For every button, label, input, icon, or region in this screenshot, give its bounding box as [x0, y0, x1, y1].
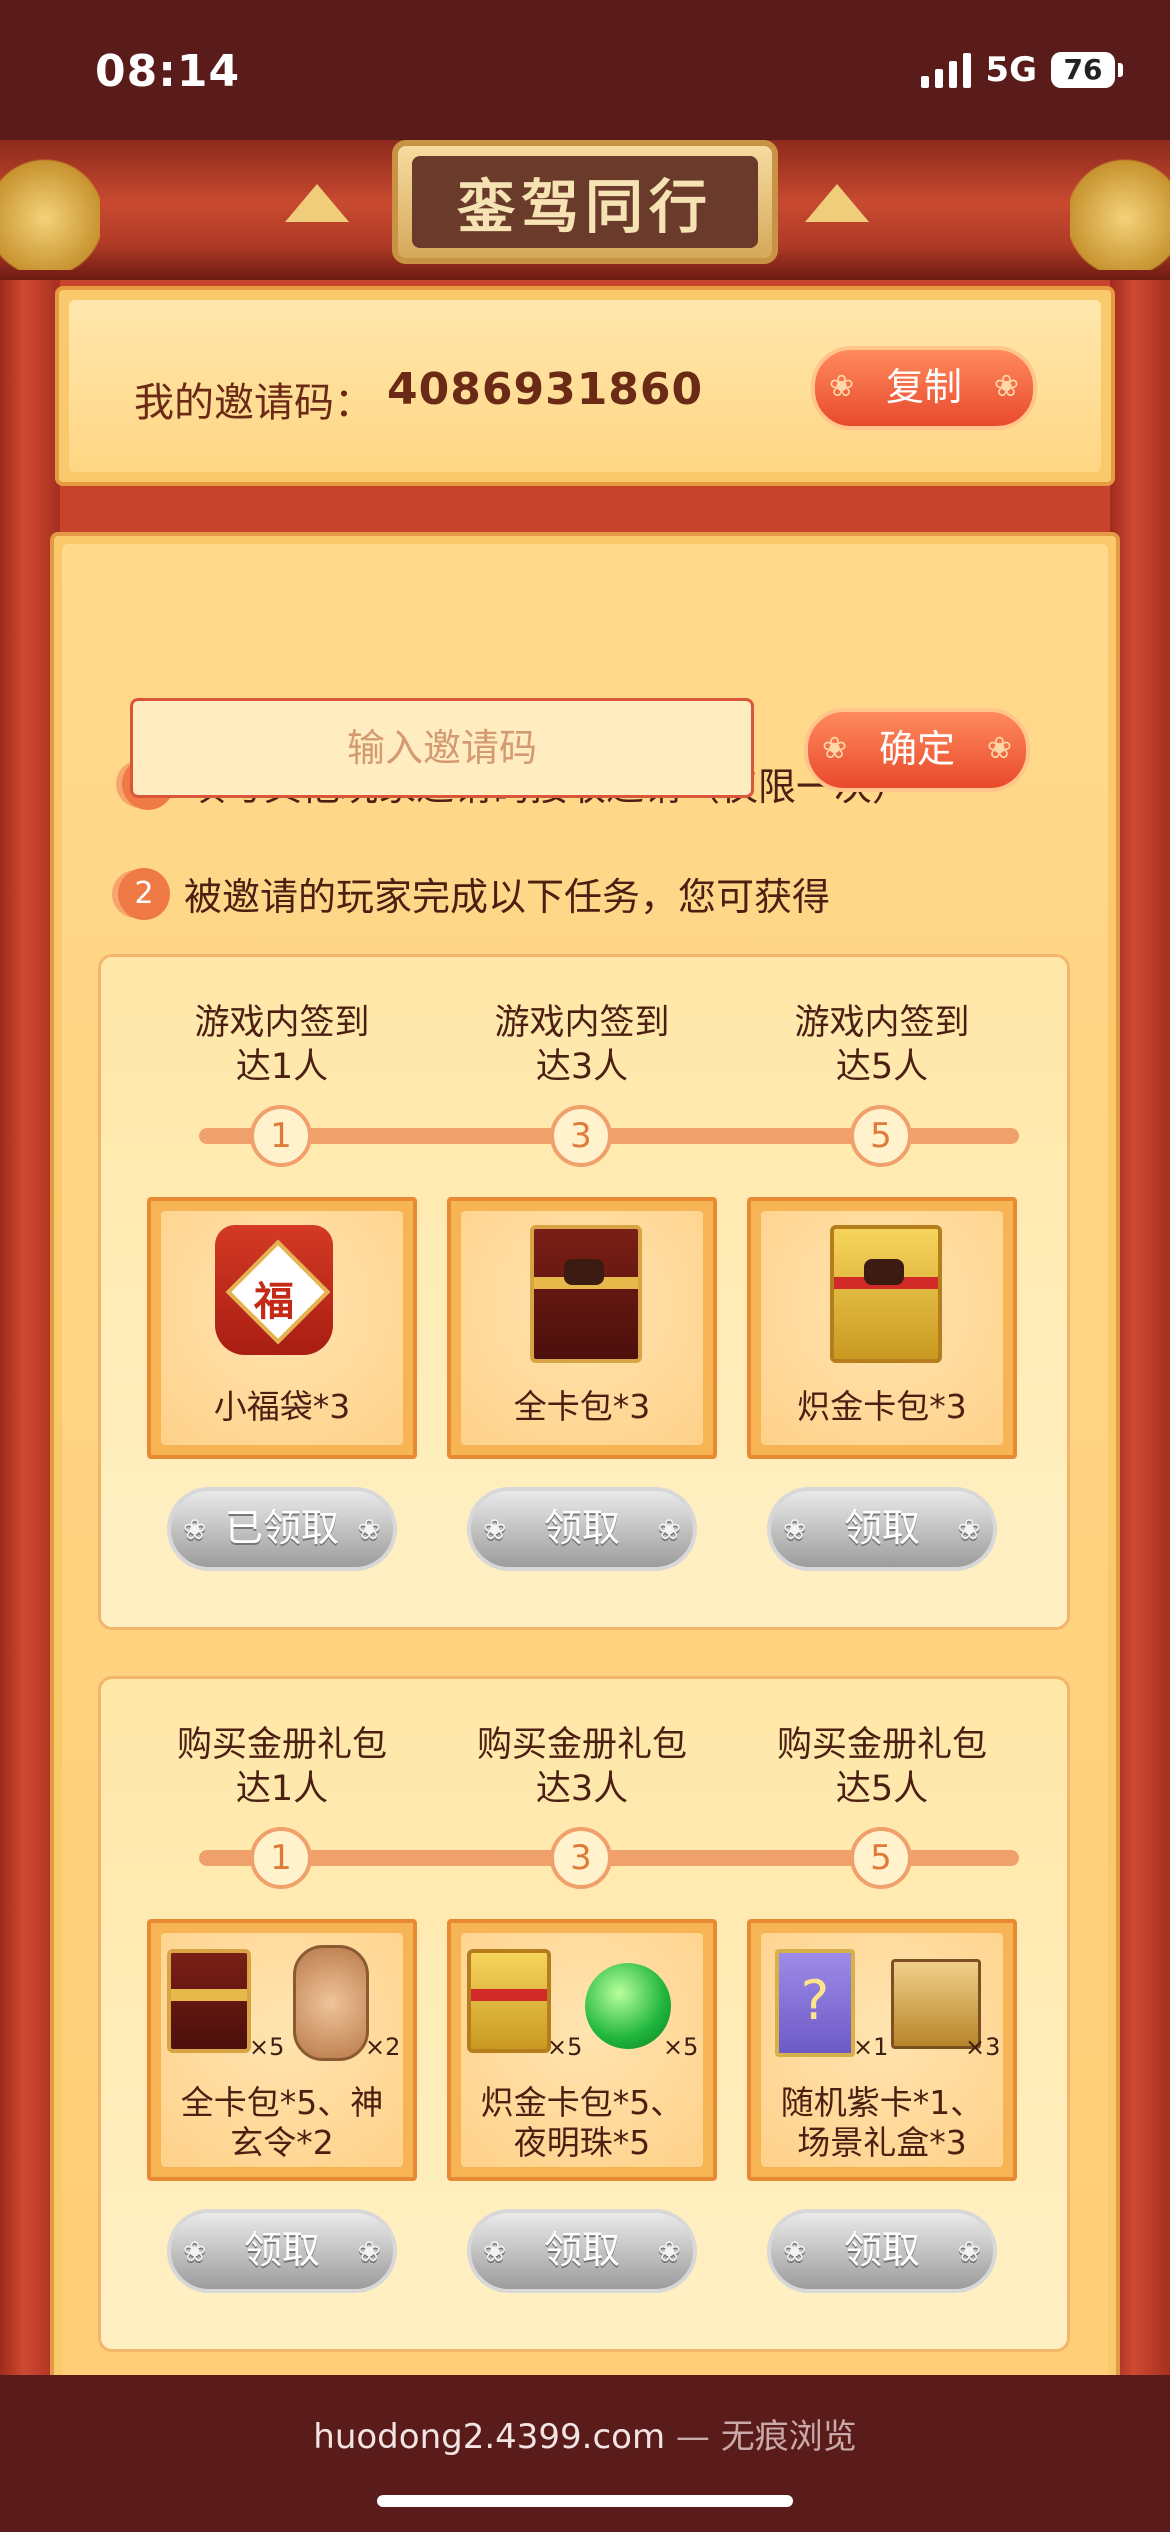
page-title: 銮驾同行: [456, 173, 713, 241]
status-time: 08:14: [95, 46, 241, 97]
ornament-triangle-left: [285, 184, 349, 222]
step-2-badge: 2: [118, 867, 170, 920]
invite-code-card: 我的邀请码： 4086931860 复制: [55, 286, 1115, 486]
reward-card: ×5 ×2 全卡包*5、神 玄令*2: [147, 1919, 417, 2181]
pearl-icon: [585, 1963, 671, 2049]
invite-code-label: 我的邀请码：: [134, 380, 374, 426]
private-browsing-label: — 无痕浏览: [665, 2417, 857, 2457]
progress-node: 3: [550, 1105, 612, 1167]
reward-label: 全卡包*5、神 玄令*2: [180, 2083, 384, 2162]
task-group-purchase: 购买金册礼包达1人 1 ×5 ×2 全卡包*5、神玄令*2 领取 购买金册礼包达…: [98, 1676, 1070, 2352]
claim-button[interactable]: 领取: [167, 2209, 397, 2293]
reward-card: 炽金卡包*3: [747, 1197, 1017, 1459]
tier-condition: 购买金册礼包 达5人: [776, 1725, 987, 1809]
title-plaque: 銮驾同行: [392, 140, 778, 264]
lucky-bag-icon: 福: [215, 1225, 333, 1355]
event-page: 銮驾同行 我的邀请码： 4086931860 复制 1 填写其他玩家邀请码接收邀…: [0, 140, 1170, 2375]
gold-card-pack-icon: [830, 1225, 942, 1363]
reward-card: 福 小福袋*3: [147, 1197, 417, 1459]
purple-card-icon: ?: [775, 1949, 855, 2057]
reward-card: ×5 ×5 炽金卡包*5、 夜明珠*5: [447, 1919, 717, 2181]
reward-card: ? ×1 ×3 随机紫卡*1、 场景礼盒*3: [747, 1919, 1017, 2181]
tier-condition: 游戏内签到 达1人: [194, 1003, 370, 1087]
gold-ornament-right: [1070, 140, 1170, 270]
url-domain: huodong2.4399.com: [313, 2417, 666, 2457]
step-2-text: 被邀请的玩家完成以下任务，您可获得: [184, 875, 831, 919]
home-indicator[interactable]: [377, 2495, 793, 2507]
reward-label: 炽金卡包*3: [797, 1387, 967, 1426]
reward-label: 全卡包*3: [513, 1387, 651, 1426]
battery-icon: 76: [1051, 52, 1123, 88]
reward-card: 全卡包*3: [447, 1197, 717, 1459]
browser-bottom-bar: huodong2.4399.com — 无痕浏览: [0, 2375, 1170, 2532]
reward-label: 随机紫卡*1、 场景礼盒*3: [780, 2083, 984, 2162]
card-pack-icon: [167, 1949, 251, 2053]
step-2: 2 被邀请的玩家完成以下任务，您可获得: [118, 866, 830, 921]
network-type: 5G: [985, 50, 1037, 90]
reward-label: 小福袋*3: [213, 1387, 351, 1426]
signal-icon: [921, 52, 972, 88]
ornament-triangle-right: [805, 184, 869, 222]
progress-node: 3: [550, 1827, 612, 1889]
invite-code-input[interactable]: [130, 698, 754, 798]
token-icon: [293, 1945, 369, 2061]
claim-button[interactable]: 领取: [467, 1487, 697, 1571]
gold-ornament-left: [0, 140, 100, 270]
task-group-signin: 游戏内签到达1人 1 福 小福袋*3 已领取 游戏内签到达3人 3 全卡包*3 …: [98, 954, 1070, 1630]
claim-button[interactable]: 领取: [767, 1487, 997, 1571]
reward-label: 炽金卡包*5、 夜明珠*5: [480, 2083, 684, 2162]
gold-card-pack-icon: [467, 1949, 551, 2053]
tier-condition: 游戏内签到 达3人: [494, 1003, 670, 1087]
tier-condition: 游戏内签到 达5人: [794, 1003, 970, 1087]
confirm-button[interactable]: 确定: [804, 708, 1030, 792]
progress-node: 5: [850, 1105, 912, 1167]
address-bar[interactable]: huodong2.4399.com — 无痕浏览: [0, 2409, 1170, 2458]
progress-node: 1: [250, 1105, 312, 1167]
claim-button[interactable]: 领取: [467, 2209, 697, 2293]
progress-node: 1: [250, 1827, 312, 1889]
tier-condition: 购买金册礼包 达3人: [476, 1725, 687, 1809]
status-indicators: 5G 76: [921, 50, 1123, 90]
progress-node: 5: [850, 1827, 912, 1889]
claim-button[interactable]: 领取: [767, 2209, 997, 2293]
status-bar: 08:14 5G 76: [0, 0, 1170, 140]
copy-button[interactable]: 复制: [811, 346, 1037, 430]
tier-condition: 购买金册礼包 达1人: [176, 1725, 387, 1809]
claimed-button[interactable]: 已领取: [167, 1487, 397, 1571]
card-pack-icon: [530, 1225, 642, 1363]
invite-code-value: 4086931860: [387, 364, 704, 415]
